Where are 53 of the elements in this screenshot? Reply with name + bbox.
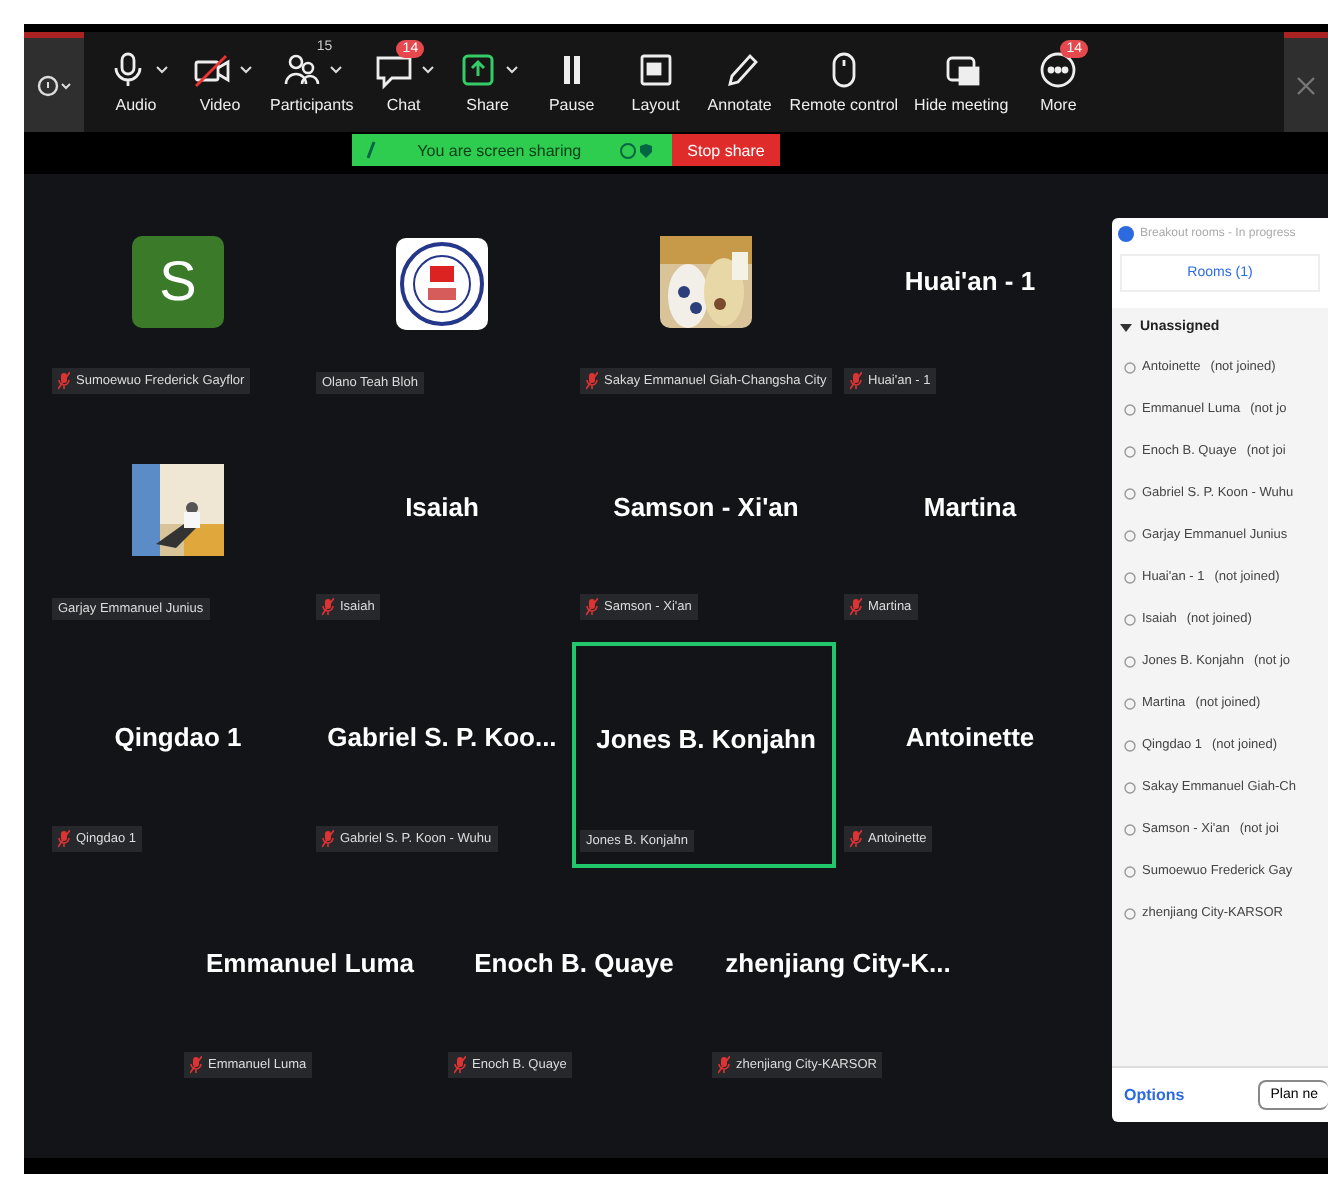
participant-name: Enoch B. Quaye xyxy=(474,947,674,977)
radio-button[interactable] xyxy=(1124,865,1136,877)
toolbar-button[interactable]: Share xyxy=(447,32,528,132)
radio-button[interactable] xyxy=(1124,613,1136,625)
video-off-icon xyxy=(189,50,233,90)
close-icon xyxy=(1296,75,1316,95)
toolbar-button[interactable]: Layout xyxy=(615,32,696,132)
toolbar-button[interactable]: Audio xyxy=(96,32,176,132)
pin-icon xyxy=(363,140,380,160)
toolbar-button[interactable]: Annotate xyxy=(699,32,780,132)
radio-button[interactable] xyxy=(1124,697,1136,709)
participant-name: Martina xyxy=(923,492,1017,522)
radio-button[interactable] xyxy=(1124,655,1136,667)
stop-share-button[interactable]: Stop share xyxy=(671,134,781,166)
info-icon xyxy=(36,73,72,97)
caret-icon[interactable] xyxy=(330,66,343,74)
close-button[interactable] xyxy=(1284,32,1328,132)
app-icon xyxy=(1118,226,1134,242)
participants-icon xyxy=(280,50,325,90)
letter-avatar: S xyxy=(132,235,224,327)
participant-name: Samson - Xi'an xyxy=(613,492,799,522)
caret-icon[interactable] xyxy=(239,66,251,74)
toolbar-button[interactable]: Hide meeting xyxy=(908,32,1015,132)
radio-button[interactable] xyxy=(1124,781,1136,793)
caret-icon[interactable] xyxy=(506,66,519,74)
caret-icon[interactable] xyxy=(155,66,167,74)
toolbar-button[interactable]: Pause xyxy=(531,32,612,132)
options-link[interactable]: Options xyxy=(1124,1086,1185,1104)
toolbar-button[interactable]: Video xyxy=(180,32,260,132)
participant-name: zhenjiang City-K... xyxy=(725,947,951,977)
participant-name: Antoinette xyxy=(905,721,1035,751)
logo-icon xyxy=(396,237,488,329)
radio-button[interactable] xyxy=(1124,739,1136,751)
participant-name: Jones B. Konjahn xyxy=(596,723,816,753)
info-button[interactable] xyxy=(24,32,84,132)
radio-button[interactable] xyxy=(1124,445,1136,457)
participant-name: Emmanuel Luma xyxy=(205,947,415,977)
sharing-status: You are screen sharing xyxy=(415,141,584,159)
radio-button[interactable] xyxy=(1124,823,1136,835)
radio-button[interactable] xyxy=(1124,361,1136,373)
participant-name: Isaiah xyxy=(405,492,479,522)
participant-name: Gabriel S. P. Koo... xyxy=(327,721,557,751)
caret-icon[interactable] xyxy=(422,66,435,74)
toolbar-button[interactable]: Remote control xyxy=(783,32,905,132)
radio-button[interactable] xyxy=(1124,529,1136,541)
participant-name: Qingdao 1 xyxy=(114,721,242,751)
expand-icon xyxy=(1120,321,1132,333)
radio-button[interactable] xyxy=(1124,907,1136,919)
radio-button[interactable] xyxy=(1124,403,1136,415)
radio-button[interactable] xyxy=(1124,571,1136,583)
more-icon xyxy=(1036,50,1081,90)
participant-name: Huai'an - 1 xyxy=(904,266,1036,296)
radio-button[interactable] xyxy=(1124,487,1136,499)
